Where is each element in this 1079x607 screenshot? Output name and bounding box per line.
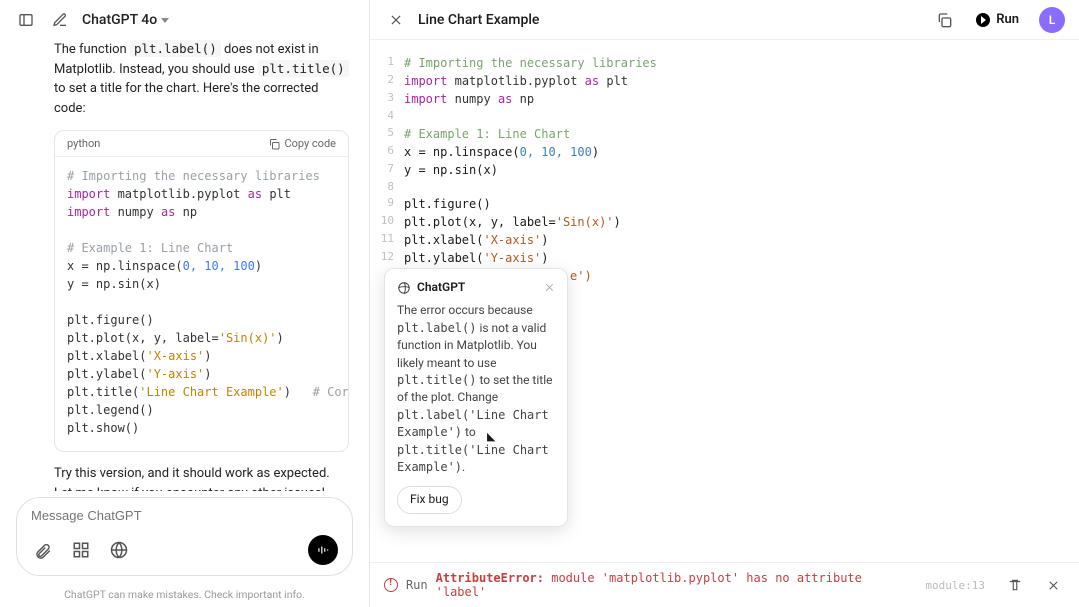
canvas-header: Line Chart Example Run L	[370, 0, 1079, 40]
error-bar: Run AttributeError: module 'matplotlib.p…	[370, 562, 1079, 607]
error-location: module:13	[925, 579, 985, 592]
model-name: ChatGPT 4o	[82, 12, 157, 28]
assistant-popup: ChatGPT The error occurs because plt.lab…	[384, 268, 568, 527]
popup-body: The error occurs because plt.label() is …	[397, 302, 555, 476]
tools-icon[interactable]	[69, 538, 93, 562]
error-name: AttributeError:	[436, 571, 544, 585]
play-icon	[976, 13, 990, 27]
chat-header: ChatGPT 4o	[0, 0, 369, 40]
popup-brand: ChatGPT	[417, 279, 465, 296]
web-icon[interactable]	[107, 538, 131, 562]
canvas-title: Line Chart Example	[418, 12, 539, 28]
run-button[interactable]: Run	[966, 8, 1029, 31]
composer	[0, 491, 369, 584]
code-language-label: python	[67, 137, 100, 150]
code-editor-area[interactable]: 1# Importing the necessary libraries2imp…	[370, 40, 1079, 562]
assistant-message-intro: The function plt.label() does not exist …	[54, 40, 349, 118]
assistant-message-outro: Try this version, and it should work as …	[54, 464, 349, 491]
error-icon	[384, 578, 398, 592]
avatar[interactable]: L	[1039, 7, 1065, 33]
message-input[interactable]	[31, 508, 338, 523]
copy-code-button[interactable]: Copy code	[268, 137, 336, 150]
code-block-content: # Importing the necessary libraries impo…	[55, 157, 348, 451]
chevron-down-icon	[161, 18, 169, 23]
error-run-label: Run	[406, 578, 428, 592]
model-selector[interactable]: ChatGPT 4o	[82, 12, 169, 28]
chat-messages: The function plt.label() does not exist …	[0, 40, 369, 491]
delete-error-icon[interactable]	[1003, 573, 1027, 597]
attach-icon[interactable]	[31, 538, 55, 562]
new-chat-icon[interactable]	[48, 8, 72, 32]
close-error-icon[interactable]	[1041, 573, 1065, 597]
composer-box[interactable]	[16, 497, 353, 576]
chatgpt-logo-icon	[397, 281, 411, 295]
copy-canvas-icon[interactable]	[932, 8, 956, 32]
voice-button[interactable]	[308, 535, 338, 565]
code-block: python Copy code # Importing the necessa…	[54, 130, 349, 452]
popup-close-icon[interactable]	[544, 282, 555, 293]
close-canvas-icon[interactable]	[384, 8, 408, 32]
fix-bug-button[interactable]: Fix bug	[397, 486, 462, 513]
sidebar-toggle-icon[interactable]	[14, 8, 38, 32]
disclaimer-text: ChatGPT can make mistakes. Check importa…	[0, 584, 369, 607]
